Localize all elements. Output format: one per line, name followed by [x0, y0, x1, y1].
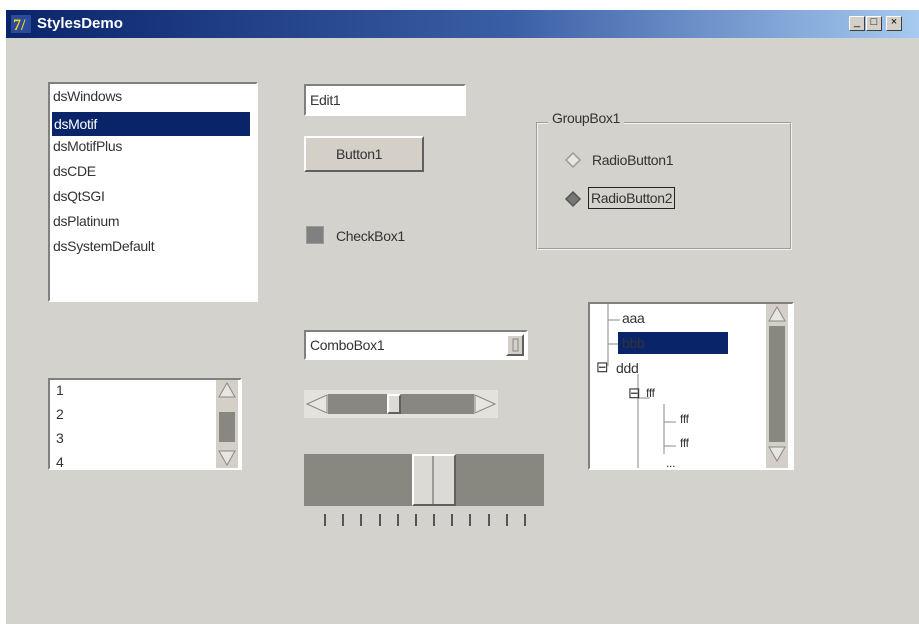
trackbar-tick	[469, 514, 472, 526]
scroll-up-arrow-icon[interactable]	[218, 382, 236, 398]
scrollbar-thumb[interactable]	[769, 326, 785, 442]
tree-item[interactable]: fff	[680, 436, 689, 450]
tree-expand-icon[interactable]: ⊟	[596, 358, 609, 376]
trackbar-tick	[524, 514, 526, 526]
main-window: 7/ StylesDemo _ □ × dsWindows dsMotif ds…	[6, 10, 919, 624]
trackbar-tick	[378, 514, 381, 526]
checkbox1-label[interactable]: CheckBox1	[336, 228, 405, 244]
close-button[interactable]: ×	[886, 16, 902, 31]
close-icon: ×	[890, 16, 898, 28]
groupbox1-title: GroupBox1	[548, 110, 625, 126]
tree-scrollbar[interactable]	[766, 304, 788, 468]
chevron-down-icon	[512, 338, 519, 352]
listbox-scrollbar[interactable]	[216, 380, 238, 468]
button1[interactable]: Button1	[304, 136, 424, 172]
trackbar-tick	[433, 514, 436, 526]
number-listbox[interactable]: 1 2 3 4	[48, 378, 242, 470]
combobox1[interactable]: ComboBox1	[304, 330, 528, 360]
maximize-button[interactable]: □	[866, 16, 882, 31]
tree-item[interactable]: aaa	[622, 310, 645, 326]
edit-value: Edit1	[310, 92, 341, 108]
minimize-icon: _	[853, 16, 861, 28]
list-item[interactable]: dsMotifPlus	[53, 138, 122, 154]
groupbox1	[536, 122, 792, 250]
trackbar-thumb[interactable]	[411, 454, 456, 506]
list-item[interactable]: 3	[56, 430, 64, 446]
title-bar[interactable]: 7/ StylesDemo _ □ ×	[6, 10, 919, 38]
list-item[interactable]: 4	[56, 454, 64, 468]
trackbar-thumb-divider	[431, 456, 434, 504]
radiobutton2-label[interactable]: RadioButton2	[588, 187, 676, 209]
scroll-down-arrow-icon[interactable]	[768, 446, 786, 462]
treeview[interactable]: aaa bbb ⊟ ddd ⊟ fff fff fff ...	[588, 302, 794, 470]
maximize-icon: □	[870, 16, 878, 28]
trackbar-ticks	[324, 514, 534, 528]
tree-item[interactable]: fff	[646, 386, 655, 400]
list-item[interactable]: 1	[56, 382, 64, 398]
trackbar-tick	[451, 514, 454, 526]
scroll-right-arrow-icon[interactable]	[474, 394, 496, 414]
list-item[interactable]: 2	[56, 406, 64, 422]
list-item[interactable]: dsCDE	[53, 163, 96, 179]
styles-listbox[interactable]: dsWindows dsMotif dsMotifPlus dsCDE dsQt…	[48, 82, 258, 302]
trackbar-tick	[414, 514, 417, 526]
scroll-up-arrow-icon[interactable]	[768, 306, 786, 322]
scrollbar-thumb[interactable]	[387, 394, 402, 414]
trackbar-tick	[342, 514, 345, 526]
button1-label: Button1	[336, 146, 383, 162]
tree-item-selected[interactable]: bbb	[618, 332, 728, 354]
combobox1-value: ComboBox1	[310, 337, 385, 353]
radiobutton1-label[interactable]: RadioButton1	[592, 152, 674, 168]
minimize-button[interactable]: _	[849, 16, 865, 31]
window-title: StylesDemo	[37, 15, 123, 32]
trackbar-tick	[487, 514, 490, 526]
scrollbar-thumb[interactable]	[219, 412, 235, 442]
tree-expand-icon[interactable]: ⊟	[628, 384, 641, 402]
svg-text:7/: 7/	[13, 17, 26, 34]
tree-item[interactable]: fff	[680, 412, 689, 426]
trackbar-tick	[505, 514, 508, 526]
tree-item[interactable]: ...	[666, 456, 675, 468]
trackbar-tick	[360, 514, 363, 526]
scroll-down-arrow-icon[interactable]	[218, 450, 236, 466]
list-item-selected[interactable]: dsMotif	[52, 112, 250, 136]
scroll-left-arrow-icon[interactable]	[306, 394, 328, 414]
list-item[interactable]: dsPlatinum	[53, 213, 120, 229]
trackbar[interactable]	[304, 454, 544, 506]
combobox-dropdown-button[interactable]	[506, 334, 524, 356]
trackbar-tick	[324, 514, 326, 526]
delphi-app-icon: 7/	[11, 15, 31, 34]
list-item[interactable]: dsQtSGI	[53, 188, 105, 204]
list-item[interactable]: dsSystemDefault	[53, 238, 155, 254]
radio-diamond-icon[interactable]	[564, 151, 582, 169]
tree-lines	[607, 304, 676, 468]
tree-item[interactable]: ddd	[616, 360, 639, 376]
list-item[interactable]: dsWindows	[53, 88, 122, 104]
trackbar-tick	[396, 514, 399, 526]
horizontal-scrollbar[interactable]	[304, 390, 498, 418]
edit-field[interactable]: Edit1	[304, 84, 466, 116]
checkbox1-box[interactable]	[306, 226, 324, 244]
radio-diamond-checked-icon[interactable]	[564, 190, 582, 208]
